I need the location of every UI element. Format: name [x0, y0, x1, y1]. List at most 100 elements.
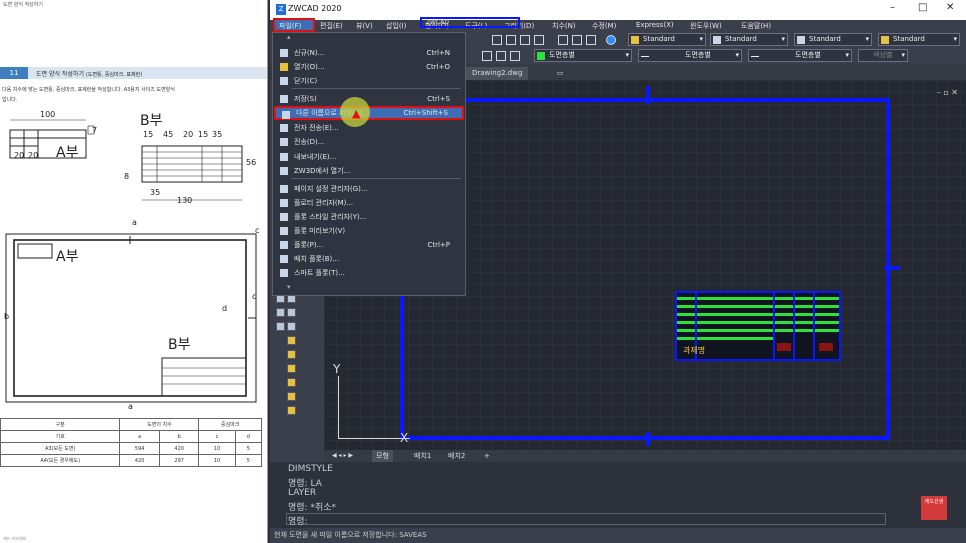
- file-menu-item[interactable]: 플롯 미리보기(V): [274, 224, 464, 238]
- doc-body-line: 입니다.: [2, 97, 18, 103]
- dim-label: 56: [246, 158, 257, 167]
- center-mark-right: [884, 266, 900, 270]
- menu-item-label: ZW3D에서 열기...: [294, 167, 351, 175]
- title-block: 과제명: [675, 291, 841, 361]
- properties-icon[interactable]: [558, 35, 568, 45]
- tool-palette-icon[interactable]: [586, 35, 596, 45]
- minimize-icon[interactable]: –: [890, 2, 895, 13]
- maximize-icon[interactable]: □: [918, 2, 927, 13]
- file-menu-item[interactable]: 페이지 설정 관리자(G)...: [274, 182, 464, 196]
- dim-style-dropdown[interactable]: Standard ▾: [710, 33, 788, 46]
- dim-ordinate-icon[interactable]: [287, 378, 296, 387]
- dim-label: 130: [177, 196, 193, 205]
- b-part-label-sheet: B부: [168, 337, 191, 353]
- dim-arc-icon[interactable]: [287, 364, 296, 373]
- viewport-controls[interactable]: – ▫ ✕: [937, 88, 958, 97]
- zoom-window-icon[interactable]: [520, 35, 530, 45]
- file-menu-item[interactable]: 플로터 관리자(M)...: [274, 196, 464, 210]
- menu-item-label: 플롯 미리보기(V): [294, 227, 346, 235]
- menu-express[interactable]: Express(X): [636, 21, 674, 29]
- menu-item-label: 닫기(C): [294, 77, 318, 85]
- region-icon[interactable]: [287, 308, 296, 317]
- new-tab-icon[interactable]: ▭: [552, 67, 568, 80]
- table-style-dropdown[interactable]: Standard ▾: [794, 33, 872, 46]
- menu-scroll-down-icon[interactable]: ▾: [287, 283, 291, 291]
- dropdown-value: 도면층별: [795, 51, 821, 59]
- table-cell: 297: [158, 454, 200, 467]
- tab-model[interactable]: 모형: [372, 450, 393, 462]
- menu-help[interactable]: 도움말(H): [741, 21, 771, 31]
- mtext-icon[interactable]: [287, 322, 296, 331]
- file-menu-item[interactable]: ZW3D에서 열기...: [274, 164, 464, 178]
- zoom-realtime-icon[interactable]: [506, 35, 516, 45]
- table-icon[interactable]: [276, 308, 285, 317]
- layout-nav-arrows[interactable]: ◀ ◂ ▸ ▶: [328, 450, 357, 462]
- section-title: 도면 양식 작성하기 (도면틀, 중심마크, 표제란): [36, 69, 142, 78]
- lineweight-dropdown[interactable]: 도면층별 ▾: [748, 49, 852, 62]
- file-menu-item[interactable]: 신규(N)... Ctrl+N: [274, 46, 464, 60]
- file-menu-item[interactable]: 스마트 플롯(T)...: [274, 266, 464, 280]
- tab-add[interactable]: +: [480, 450, 494, 462]
- menu-modify[interactable]: 수정(M): [592, 21, 616, 31]
- section-bar: 11 도면 양식 작성하기 (도면틀, 중심마크, 표제란): [0, 67, 267, 79]
- menu-item-label: 플롯 스타일 관리자(Y)...: [294, 213, 367, 221]
- file-menu-item[interactable]: 플롯(P)... Ctrl+P: [274, 238, 464, 252]
- mleader-style-dropdown[interactable]: Standard ▾: [878, 33, 960, 46]
- smart-plot-icon: [280, 269, 288, 277]
- section-title-text: 도면 양식 작성하기: [36, 71, 84, 78]
- pan-icon[interactable]: [492, 35, 502, 45]
- file-menu-item[interactable]: 배치 플롯(B)...: [274, 252, 464, 266]
- layer-state-icon[interactable]: [482, 51, 492, 61]
- window-title: ZWCAD 2020: [288, 4, 342, 13]
- text-style-dropdown[interactable]: Standard ▾: [628, 33, 706, 46]
- layer-previous-icon[interactable]: [496, 51, 506, 61]
- title-block-project: 과제명: [683, 346, 706, 355]
- dim-label: 35: [150, 188, 161, 197]
- color-dropdown[interactable]: 색상별 ▾: [858, 49, 908, 62]
- table-row: A4(모든 경우에도) 420 297 10 5: [0, 454, 263, 467]
- tab-layout1[interactable]: 배치1: [410, 450, 435, 462]
- file-menu-item[interactable]: 내보내기(E)...: [274, 150, 464, 164]
- dim-radius-icon[interactable]: [287, 392, 296, 401]
- tab-layout2[interactable]: 배치2: [444, 450, 469, 462]
- zoom-previous-icon[interactable]: [534, 35, 544, 45]
- plot-icon: [280, 241, 288, 249]
- title-block-divider: [793, 293, 795, 359]
- layer-iso-icon[interactable]: [510, 51, 520, 61]
- wipeout-icon[interactable]: [276, 322, 285, 331]
- menu-edit[interactable]: 편집(E): [320, 21, 343, 31]
- dim-linear-icon[interactable]: [287, 336, 296, 345]
- section-title-sub: (도면틀, 중심마크, 표제란): [85, 72, 143, 78]
- menu-scroll-up-icon[interactable]: ▴: [287, 33, 291, 41]
- menu-view[interactable]: 뷰(V): [356, 21, 373, 31]
- menu-window[interactable]: 윈도우(W): [690, 21, 722, 31]
- tab-drawing2[interactable]: Drawing2.dwg: [466, 67, 529, 80]
- menu-item-label: 플로터 관리자(M)...: [294, 199, 354, 207]
- close-icon[interactable]: ✕: [946, 2, 954, 13]
- layer-dropdown[interactable]: 도면층별 ▾: [534, 49, 632, 62]
- file-menu-item[interactable]: 열기(O)... Ctrl+O: [274, 60, 464, 74]
- menu-separator: [291, 178, 461, 179]
- table-cell: 중심마크: [198, 418, 262, 431]
- ucs-y-axis: [338, 376, 339, 438]
- design-center-icon[interactable]: [572, 35, 582, 45]
- file-menu-item[interactable]: 저장(S) Ctrl+S: [274, 92, 464, 106]
- file-menu-item[interactable]: 전자 전송(E)...: [274, 121, 464, 135]
- file-menu-item[interactable]: 전송(D)...: [274, 135, 464, 149]
- help-icon[interactable]: [606, 35, 616, 45]
- file-menu-item[interactable]: 플롯 스타일 관리자(Y)...: [274, 210, 464, 224]
- menu-dimension[interactable]: 치수(N): [552, 21, 576, 31]
- mouse-cursor-icon: ▲: [352, 107, 361, 120]
- layout-tabs: ◀ ◂ ▸ ▶ 모형 배치1 배치2 +: [324, 450, 966, 462]
- menu-file[interactable]: 파일(F): [279, 21, 301, 31]
- linetype-dropdown[interactable]: 도면층별 ▾: [638, 49, 742, 62]
- menu-item-shortcut: Ctrl+S: [427, 95, 450, 103]
- dim-aligned-icon[interactable]: [287, 350, 296, 359]
- menu-insert[interactable]: 삽입(I): [386, 21, 406, 31]
- table-cell: a: [119, 430, 160, 443]
- chevron-down-icon: ▾: [901, 51, 905, 59]
- dim-diameter-icon[interactable]: [287, 406, 296, 415]
- file-menu-item[interactable]: 닫기(C): [274, 74, 464, 88]
- command-input[interactable]: [286, 513, 886, 525]
- menu-item-shortcut: Ctrl+O: [426, 63, 450, 71]
